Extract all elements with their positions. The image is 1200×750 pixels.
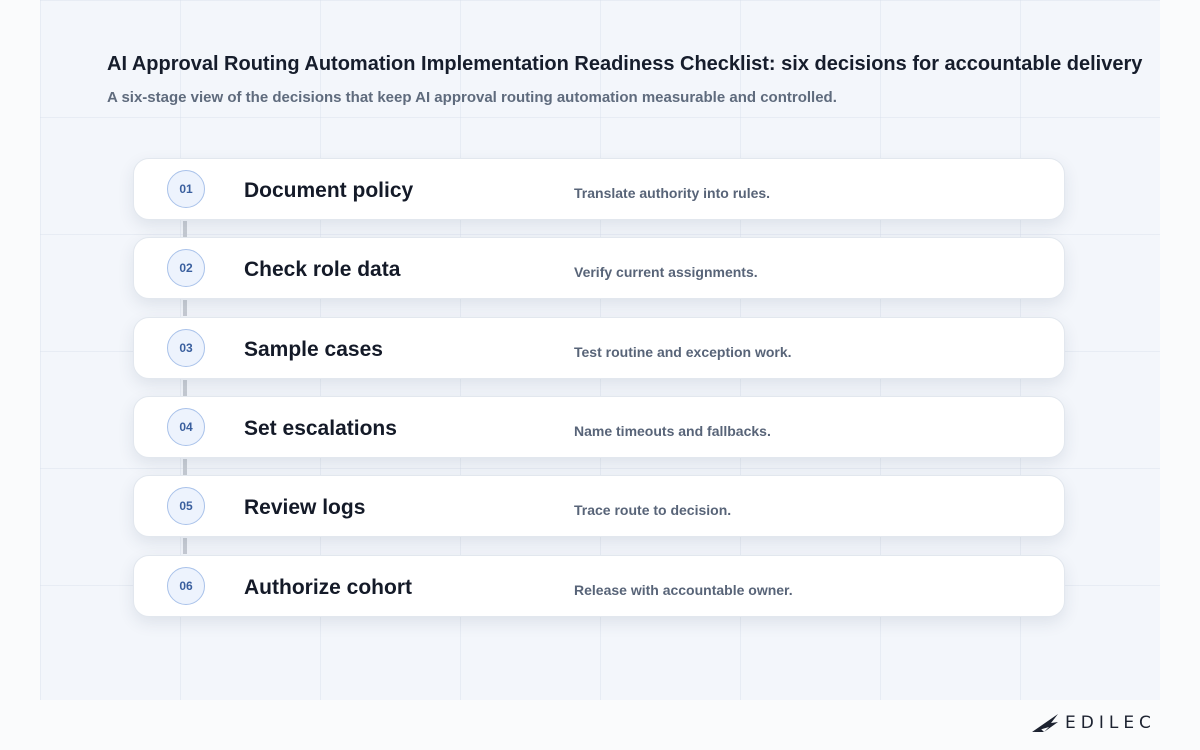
checklist-step-3: 03 Sample cases Test routine and excepti… (133, 317, 1065, 379)
step-title: Sample cases (244, 338, 383, 361)
step-number-badge: 03 (167, 329, 205, 367)
checklist-step-6: 06 Authorize cohort Release with account… (133, 555, 1065, 617)
step-description: Translate authority into rules. (574, 185, 771, 201)
step-title: Document policy (244, 179, 414, 202)
page-subtitle: A six-stage view of the decisions that k… (107, 89, 837, 106)
step-connector (183, 380, 187, 396)
brand-logo: EDILEC (1031, 710, 1156, 736)
step-title: Set escalations (244, 417, 397, 440)
edilec-wing-logo-icon (1032, 714, 1058, 732)
step-description: Verify current assignments. (574, 264, 758, 280)
checklist-step-2: 02 Check role data Verify current assign… (133, 237, 1065, 299)
checklist-step-4: 04 Set escalations Name timeouts and fal… (133, 396, 1065, 458)
checklist-step-1: 01 Document policy Translate authority i… (133, 158, 1065, 220)
step-number-badge: 02 (167, 249, 205, 287)
step-description: Name timeouts and fallbacks. (574, 423, 771, 439)
step-connector (183, 300, 187, 316)
step-connector (183, 538, 187, 554)
page-title: AI Approval Routing Automation Implement… (107, 53, 1143, 75)
step-title: Authorize cohort (244, 576, 412, 599)
step-number-badge: 05 (167, 487, 205, 525)
step-connector (183, 459, 187, 475)
brand-name: EDILEC (1065, 713, 1156, 733)
step-number-badge: 04 (167, 408, 205, 446)
step-number-badge: 06 (167, 567, 205, 605)
step-number-badge: 01 (167, 170, 205, 208)
checklist-step-5: 05 Review logs Trace route to decision. (133, 475, 1065, 537)
step-connector (183, 221, 187, 237)
step-description: Test routine and exception work. (574, 344, 792, 360)
step-description: Release with accountable owner. (574, 582, 793, 598)
step-description: Trace route to decision. (574, 502, 732, 518)
step-title: Check role data (244, 258, 401, 281)
step-title: Review logs (244, 496, 366, 519)
